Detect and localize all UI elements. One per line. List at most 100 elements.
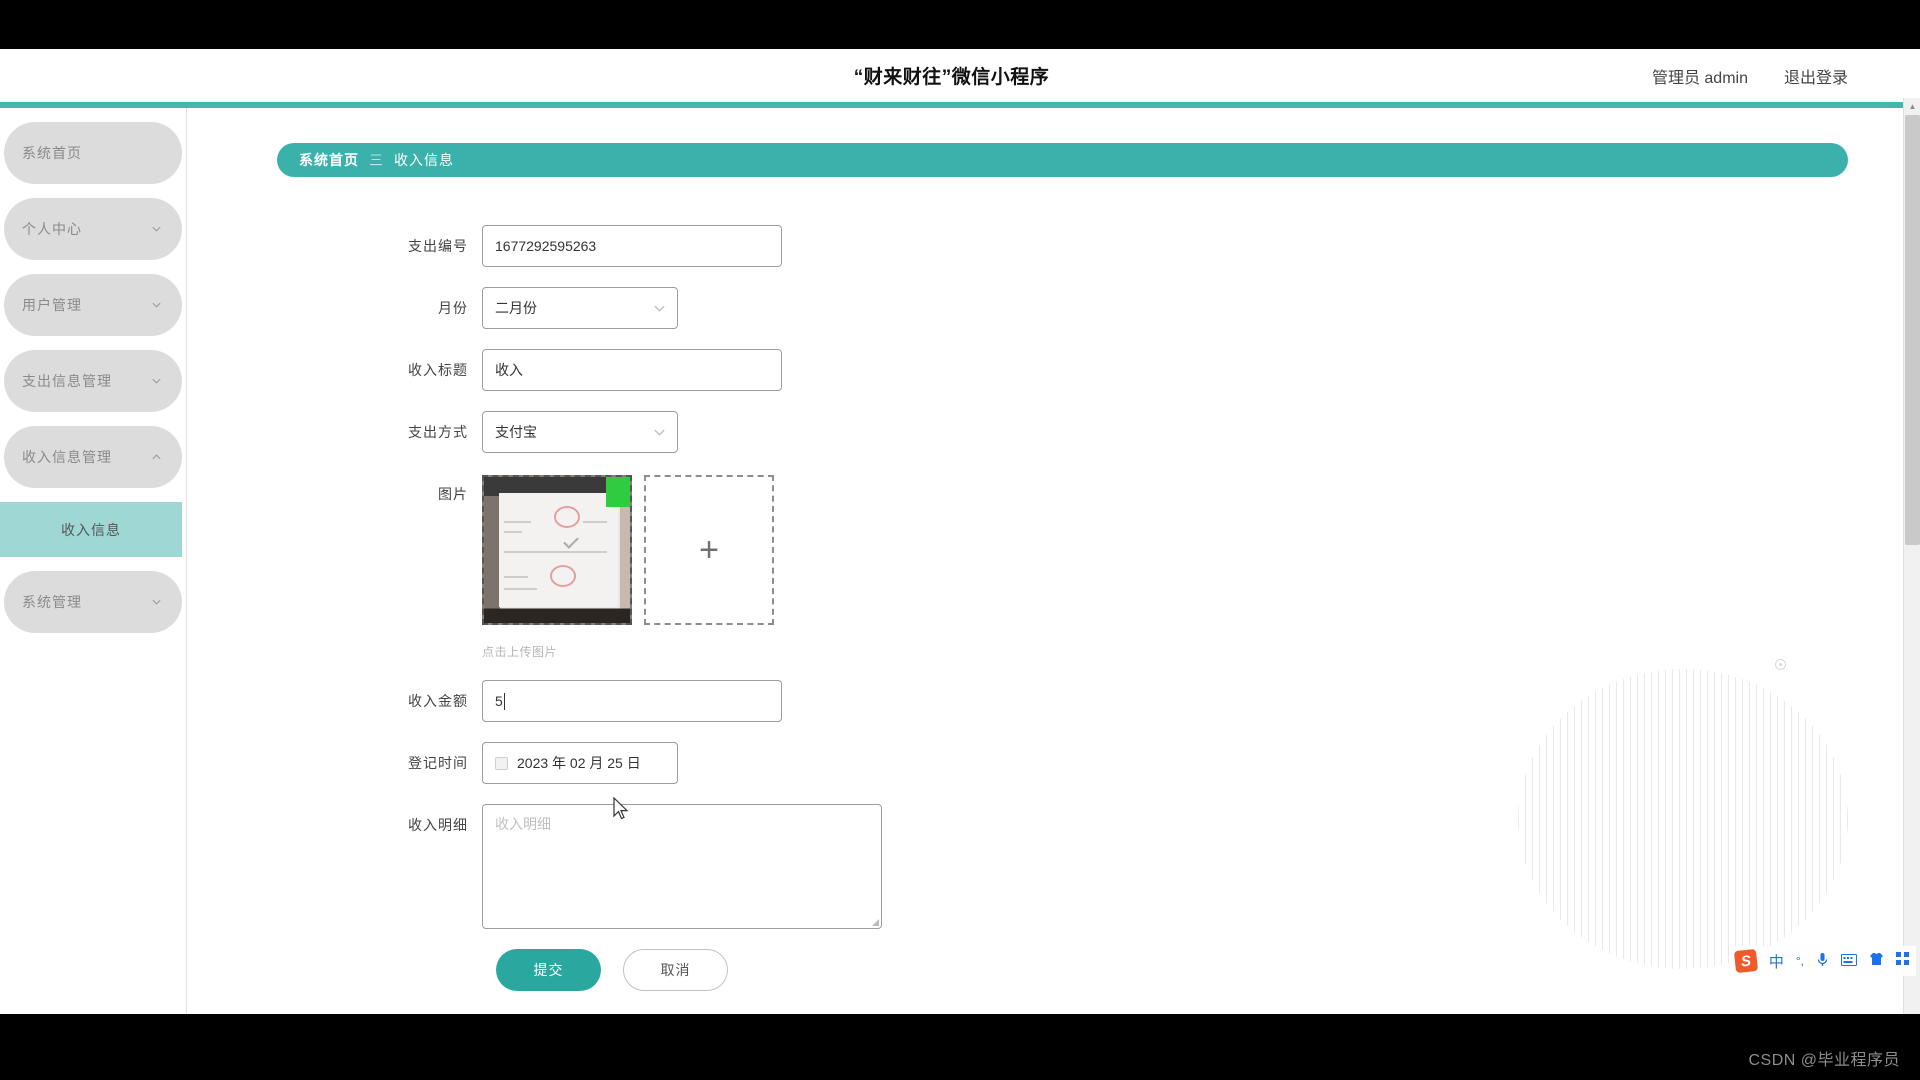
apps-icon[interactable] (1896, 952, 1910, 970)
form-row-payment-method: 支出方式 支付宝 (277, 411, 1903, 453)
sidebar-item-label: 收入信息管理 (22, 449, 112, 465)
sidebar-item-system-management[interactable]: 系统管理 (4, 571, 182, 633)
field-label: 月份 (438, 300, 468, 316)
input-value: 2023 年 02 月 25 日 (517, 755, 641, 771)
payment-method-select[interactable]: 支付宝 (482, 411, 678, 453)
mic-icon[interactable] (1816, 952, 1829, 971)
scroll-up-arrow-icon[interactable]: ▲ (1904, 98, 1920, 115)
stamp-icon (549, 564, 576, 587)
sidebar-item-personal-center[interactable]: 个人中心 (4, 198, 182, 260)
sidebar-item-income-management[interactable]: 收入信息管理 (4, 426, 182, 488)
income-title-input[interactable]: 收入 (482, 349, 782, 391)
chevron-up-icon (151, 452, 162, 463)
watermark: CSDN @毕业程序员 (1748, 1052, 1900, 1069)
form-row-income-detail: 收入明细 收入明细 (277, 804, 1903, 929)
page-title: “财来财往”微信小程序 (853, 67, 1050, 88)
month-select[interactable]: 二月份 (482, 287, 678, 329)
sidebar: 系统首页 个人中心 用户管理 支出信息管理 收入信息管理 收入信息 系统管理 (0, 108, 187, 1014)
breadcrumb-current: 收入信息 (394, 152, 454, 168)
form-row-register-date: 登记时间 2023 年 02 月 25 日 (277, 742, 1903, 784)
month-field[interactable]: 二月份 (482, 287, 678, 329)
sidebar-item-user-management[interactable]: 用户管理 (4, 274, 182, 336)
breadcrumb-separator-icon: 三 (369, 152, 384, 168)
screen: “财来财往”微信小程序 管理员 admin 退出登录 系统首页 个人中心 用户管… (0, 0, 1920, 1080)
field-label: 支出方式 (408, 424, 468, 440)
input-value: 1677292595263 (495, 238, 597, 254)
sidebar-item-label: 支出信息管理 (22, 373, 112, 389)
form-row-month: 月份 二月份 (277, 287, 1903, 329)
header-right: 管理员 admin 退出登录 (1652, 64, 1848, 88)
current-user-label: 管理员 admin (1651, 69, 1748, 87)
chevron-down-icon[interactable] (653, 426, 666, 439)
chevron-down-icon (151, 300, 162, 311)
income-title-field[interactable]: 收入 (482, 349, 782, 391)
expense-number-field[interactable]: 1677292595263 (482, 225, 782, 267)
register-date-field[interactable]: 2023 年 02 月 25 日 (482, 742, 678, 784)
sidebar-subitem-label: 收入信息 (61, 521, 121, 538)
sidebar-item-label: 系统首页 (22, 145, 82, 161)
payment-method-field[interactable]: 支付宝 (482, 411, 678, 453)
ime-punctuation-toggle[interactable]: °, (1796, 954, 1804, 968)
uploaded-image-thumbnail[interactable] (482, 475, 632, 625)
field-label: 登记时间 (408, 755, 468, 771)
bottom-chrome (0, 1014, 1920, 1080)
form-row-expense-number: 支出编号 1677292595263 (277, 225, 1903, 267)
add-image-button[interactable]: + (644, 475, 774, 625)
form-row-income-amount: 收入金额 5 (277, 680, 1903, 722)
sidebar-item-home[interactable]: 系统首页 (4, 122, 182, 184)
mouse-cursor (613, 797, 629, 820)
breadcrumb-home[interactable]: 系统首页 (299, 150, 359, 170)
field-label: 图片 (438, 486, 468, 502)
chevron-down-icon (151, 597, 162, 608)
income-form: 支出编号 1677292595263 月份 二月份 收入标题 收入 支出方式 支… (187, 225, 1903, 991)
form-row-image: 图片 + 点击上传图片 (277, 473, 1903, 660)
plus-icon: + (699, 531, 719, 569)
sidebar-item-label: 个人中心 (22, 221, 82, 237)
submit-button[interactable]: 提交 (496, 949, 601, 991)
input-value: 收入 (495, 362, 523, 378)
income-amount-field[interactable]: 5 (482, 680, 782, 722)
select-value: 支付宝 (495, 424, 537, 440)
form-row-income-title: 收入标题 收入 (277, 349, 1903, 391)
select-value: 二月份 (495, 300, 537, 316)
ime-toolbar[interactable]: S 中 °, (1728, 946, 1916, 976)
ime-mode-toggle[interactable]: 中 (1769, 951, 1784, 972)
register-date-input[interactable]: 2023 年 02 月 25 日 (482, 742, 678, 784)
income-detail-textarea[interactable]: 收入明细 (482, 804, 882, 929)
browser-chrome (0, 0, 1920, 49)
expense-number-input[interactable]: 1677292595263 (482, 225, 782, 267)
sidebar-item-expense-management[interactable]: 支出信息管理 (4, 350, 182, 412)
sidebar-item-label: 用户管理 (22, 297, 82, 313)
cancel-button[interactable]: 取消 (623, 949, 728, 991)
keyboard-icon[interactable] (1841, 953, 1857, 970)
sidebar-item-label: 系统管理 (22, 594, 82, 610)
field-label: 收入标题 (408, 362, 468, 378)
calendar-icon (495, 756, 508, 770)
chevron-down-icon (151, 376, 162, 387)
form-actions: 提交 取消 (277, 949, 1903, 991)
field-label: 支出编号 (408, 238, 468, 254)
income-amount-input[interactable]: 5 (482, 680, 782, 722)
textarea-placeholder: 收入明细 (495, 816, 551, 832)
green-overlay (606, 477, 630, 507)
main-content: 系统首页 三 收入信息 支出编号 1677292595263 月份 二月份 收入… (187, 108, 1903, 1014)
text-caret (503, 692, 505, 710)
sidebar-item-income-info[interactable]: 收入信息 (0, 502, 182, 557)
input-value: 5 (495, 693, 503, 709)
site-header: “财来财往”微信小程序 管理员 admin 退出登录 (0, 49, 1903, 108)
scrollbar-thumb[interactable] (1905, 115, 1920, 545)
page-viewport: “财来财往”微信小程序 管理员 admin 退出登录 系统首页 个人中心 用户管… (0, 49, 1920, 1014)
field-label: 收入明细 (408, 817, 468, 833)
logout-button[interactable]: 退出登录 (1784, 64, 1848, 88)
skin-icon[interactable] (1869, 952, 1884, 970)
image-uploader: + 点击上传图片 (482, 473, 774, 660)
uploader-row: + (482, 473, 774, 625)
upload-hint: 点击上传图片 (482, 645, 558, 659)
income-detail-field[interactable]: 收入明细 (482, 804, 882, 929)
chevron-down-icon[interactable] (653, 302, 666, 315)
vertical-scrollbar[interactable]: ▲ (1903, 98, 1920, 1014)
breadcrumb: 系统首页 三 收入信息 (277, 143, 1848, 177)
field-label: 收入金额 (408, 693, 468, 709)
sogou-logo-icon[interactable]: S (1733, 948, 1758, 974)
chevron-down-icon (151, 224, 162, 235)
